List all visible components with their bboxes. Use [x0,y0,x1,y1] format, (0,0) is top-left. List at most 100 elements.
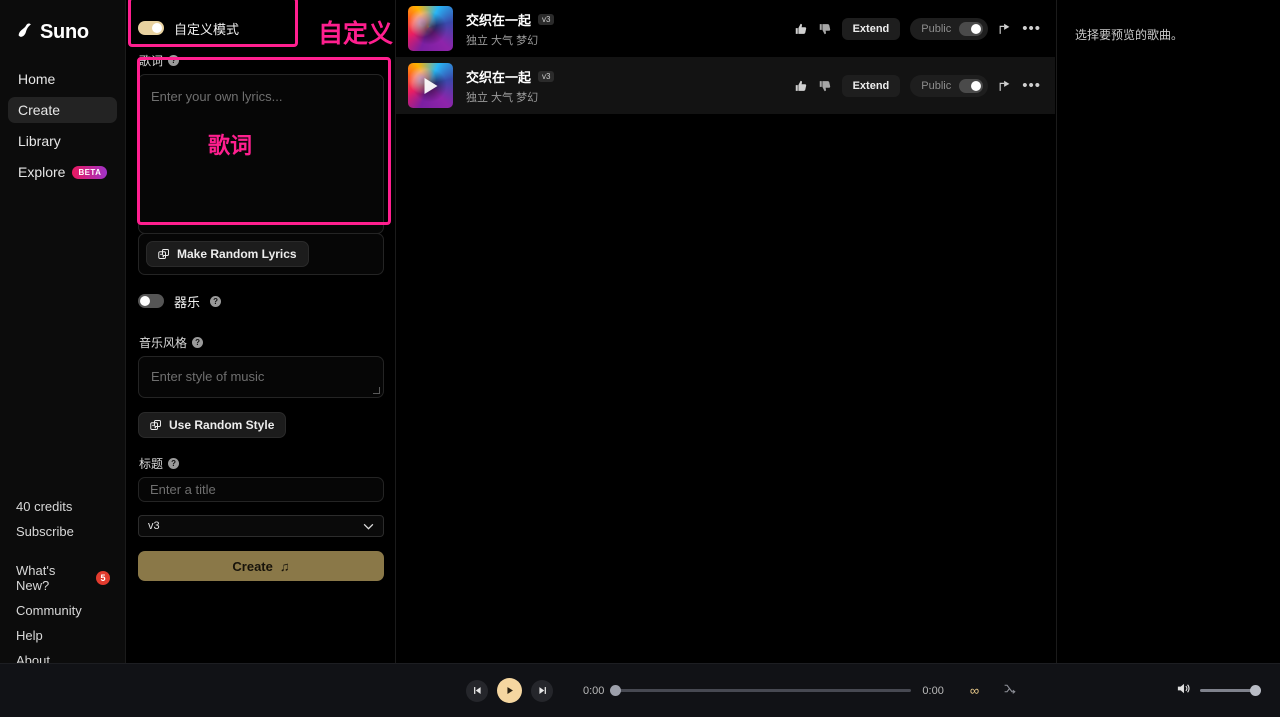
instrumental-toggle[interactable] [138,294,164,308]
song-info: 交织在一起 v3 独立 大气 梦幻 [466,10,794,48]
more-options-icon[interactable]: ••• [1022,21,1041,36]
more-options-icon[interactable]: ••• [1022,78,1041,93]
version-badge: v3 [538,13,555,25]
style-label-text: 音乐风格 [139,336,188,350]
sidebar-nav: Home Create Library Explore BETA [0,66,125,185]
credits-text: 40 credits [16,499,73,514]
community-label: Community [16,603,82,618]
sidebar-item-library[interactable]: Library [8,128,117,154]
whats-new-badge: 5 [96,571,110,585]
volume-slider[interactable] [1200,685,1261,696]
custom-mode-row[interactable]: 自定义模式 [138,14,383,42]
player-bar: 0:00 0:00 ∞ [0,663,1280,717]
public-switch[interactable] [959,78,984,93]
create-button-label: Create [232,558,273,574]
subscribe-label: Subscribe [16,524,74,539]
thumbs-up-icon[interactable] [794,22,808,36]
random-lyrics-container: Make Random Lyrics [138,233,384,275]
skip-next-icon[interactable] [531,679,553,702]
whats-new-label: What's New? [16,563,56,593]
community-link[interactable]: Community [0,598,126,623]
brand-logo[interactable]: Suno [0,14,125,44]
share-icon[interactable] [998,79,1012,93]
credits-label: 40 credits [0,494,126,519]
instrumental-label: 器乐 [174,294,201,310]
help-label: Help [16,628,43,643]
music-note-icon: ♫ [279,558,290,574]
song-tags: 独立 大气 梦幻 [466,91,539,104]
thumbs-down-icon[interactable] [818,22,832,36]
question-mark-icon[interactable]: ? [168,458,180,469]
sidebar-item-home[interactable]: Home [8,66,117,92]
question-mark-icon[interactable]: ? [168,55,180,66]
sidebar-item-label: Library [18,133,61,149]
play-icon[interactable] [424,77,437,94]
create-button[interactable]: Create ♫ [138,551,384,581]
help-link[interactable]: Help [0,623,126,648]
public-toggle[interactable]: Public [910,74,989,97]
song-artwork[interactable] [408,63,453,108]
seek-bar[interactable] [610,685,912,696]
subscribe-link[interactable]: Subscribe [0,519,126,544]
question-mark-icon[interactable]: ? [192,337,204,348]
infinity-loop-icon[interactable]: ∞ [970,683,979,698]
toggle-knob [152,23,162,33]
instrumental-row[interactable]: 器乐 ? [138,287,383,315]
random-style-label: Use Random Style [169,418,275,432]
make-random-lyrics-button[interactable]: Make Random Lyrics [146,241,309,267]
preview-hint: 选择要预览的歌曲。 [1075,28,1184,42]
toggle-knob [971,23,982,34]
title-label-text: 标题 [139,457,164,471]
title-input[interactable]: Enter a title [138,477,384,502]
total-time: 0:00 [922,684,944,697]
extend-button[interactable]: Extend [841,17,901,40]
model-version-select[interactable]: v3 [138,515,384,537]
style-input[interactable]: Enter style of music [138,356,384,398]
share-icon[interactable] [998,22,1012,36]
skip-previous-icon[interactable] [466,679,488,702]
extend-label: Extend [852,79,890,92]
song-actions: Extend Public ••• [794,17,1041,40]
extend-button[interactable]: Extend [841,74,901,97]
sidebar-item-label: Home [18,71,56,87]
volume-handle[interactable] [1250,685,1261,696]
custom-mode-toggle[interactable] [138,21,164,35]
song-artwork[interactable] [408,6,453,51]
public-toggle[interactable]: Public [910,17,989,40]
custom-mode-label: 自定义模式 [174,21,240,37]
transport-controls [466,678,553,703]
song-title: 交织在一起 [466,12,532,28]
public-switch[interactable] [959,21,984,36]
chevron-down-icon [363,523,374,530]
preview-panel: 选择要预览的歌曲。 [1056,0,1280,663]
dice-icon [150,420,161,430]
song-title-row: 交织在一起 v3 [466,67,794,86]
public-label: Public [921,22,952,35]
resize-handle[interactable] [373,387,380,394]
lyrics-input[interactable]: Enter your own lyrics... [138,74,384,234]
play-icon[interactable] [497,678,522,703]
thumbs-up-icon[interactable] [794,79,808,93]
table-row[interactable]: 交织在一起 v3 独立 大气 梦幻 Extend Public ••• [396,57,1055,114]
sidebar-item-create[interactable]: Create [8,97,117,123]
table-row[interactable]: 交织在一起 v3 独立 大气 梦幻 Extend Public ••• [396,0,1055,57]
volume-control [1176,681,1261,701]
whats-new-link[interactable]: What's New? 5 [0,558,126,598]
shuffle-icon[interactable] [1003,682,1016,700]
use-random-style-button[interactable]: Use Random Style [138,412,287,438]
random-lyrics-label: Make Random Lyrics [177,247,297,261]
seek-area: 0:00 0:00 ∞ [583,682,1016,700]
sidebar-item-label: Create [18,102,61,118]
seek-handle[interactable] [610,685,622,696]
song-list: 交织在一起 v3 独立 大气 梦幻 Extend Public ••• 交织在一… [396,0,1055,663]
model-version-value: v3 [148,520,160,532]
lyrics-placeholder: Enter your own lyrics... [151,89,283,104]
thumbs-down-icon[interactable] [818,79,832,93]
question-mark-icon[interactable]: ? [210,295,222,307]
song-info: 交织在一起 v3 独立 大气 梦幻 [466,67,794,105]
sidebar-item-explore[interactable]: Explore BETA [8,159,117,185]
version-badge: v3 [538,70,555,82]
lyrics-label-text: 歌词 [139,54,164,68]
dice-icon [158,249,169,259]
volume-icon[interactable] [1176,681,1191,701]
